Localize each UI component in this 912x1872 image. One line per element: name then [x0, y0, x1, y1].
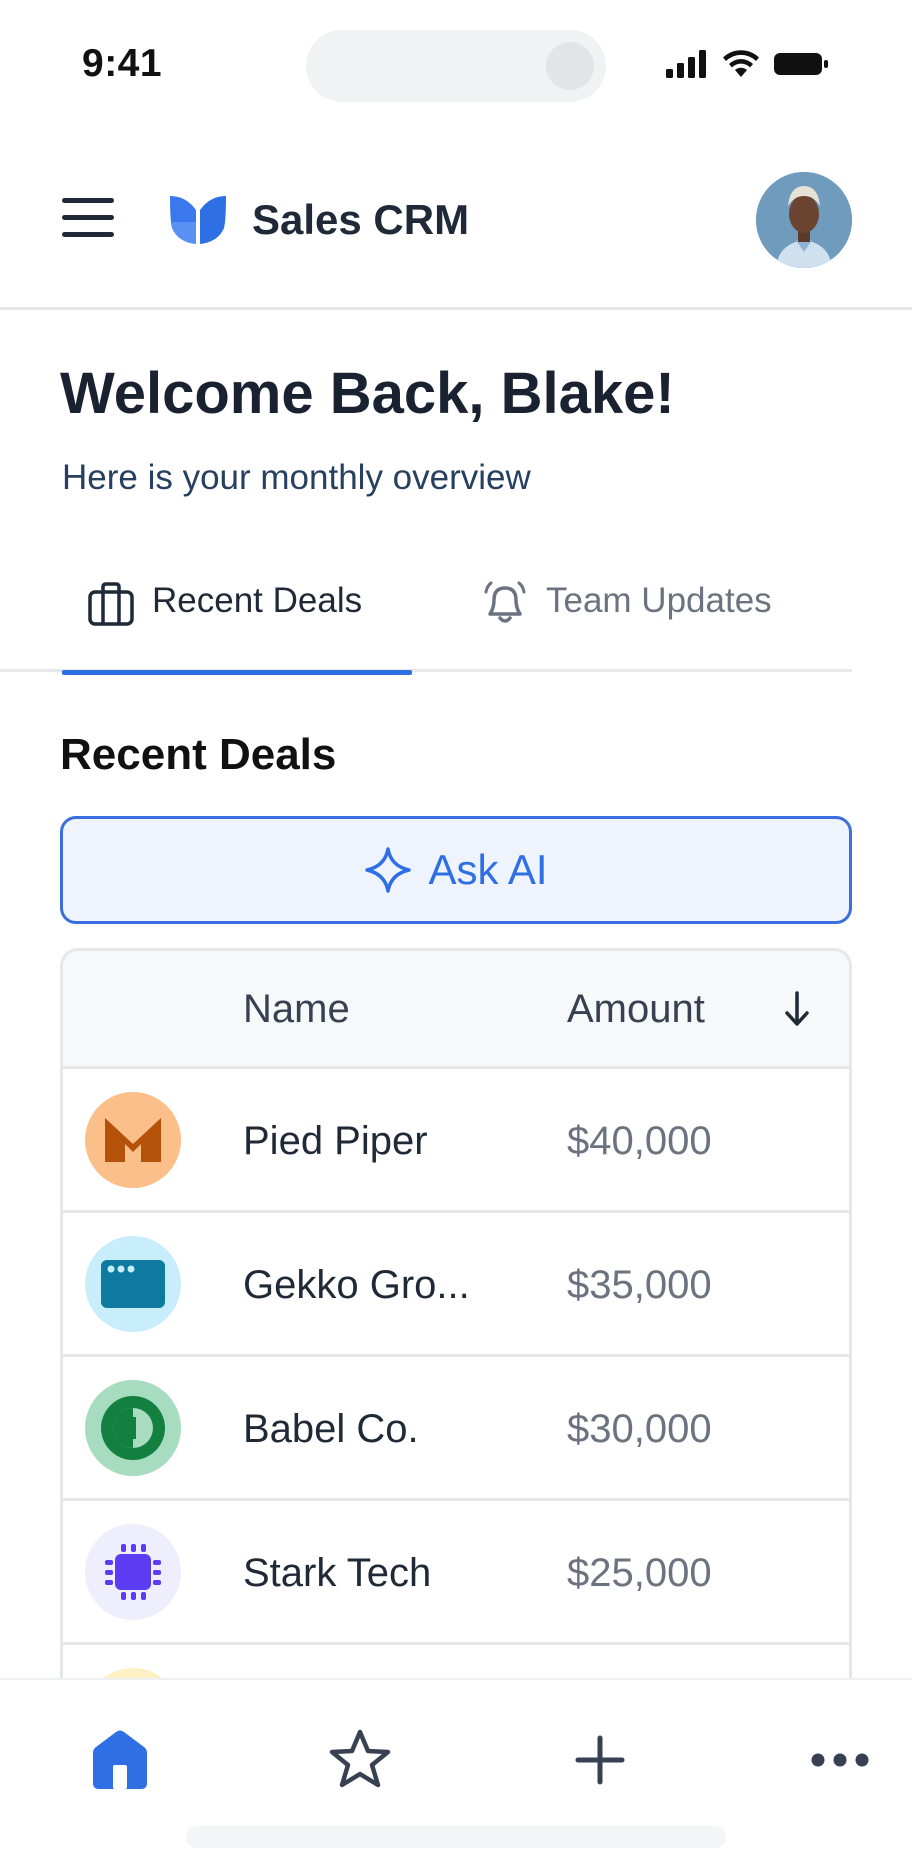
nav-favorites[interactable] — [320, 1720, 400, 1800]
plus-icon — [575, 1735, 625, 1785]
tab-recent-deals[interactable]: Recent Deals — [62, 580, 412, 675]
signal-icon — [666, 50, 706, 78]
nav-add[interactable] — [560, 1720, 640, 1800]
dynamic-island — [306, 30, 606, 102]
tab-bar: Recent Deals Team Updates — [0, 580, 852, 675]
ask-ai-button[interactable]: Ask AI — [60, 816, 852, 924]
company-logo — [85, 1524, 181, 1620]
battery-icon — [774, 53, 828, 75]
tab-team-updates[interactable]: Team Updates — [482, 580, 772, 672]
status-time: 9:41 — [82, 42, 163, 85]
deal-amount: $35,000 — [567, 1263, 712, 1307]
babel-logo-icon — [101, 1396, 165, 1460]
pied-piper-logo-icon — [105, 1118, 161, 1162]
section-title: Recent Deals — [60, 730, 337, 779]
table-row[interactable]: Gekko Gro... $35,000 — [63, 1213, 849, 1357]
column-header-name[interactable]: Name — [243, 987, 350, 1032]
star-icon — [329, 1729, 391, 1788]
app-header: Sales CRM — [0, 130, 912, 310]
hamburger-icon-line — [62, 215, 114, 220]
welcome-title: Welcome Back, Blake! — [60, 361, 675, 426]
deals-table: Name Amount Pied Piper $40,000 Gekko Gro… — [60, 948, 852, 1688]
camera-dot — [546, 42, 594, 90]
home-indicator — [186, 1826, 726, 1848]
column-header-amount[interactable]: Amount — [567, 987, 705, 1032]
tab-label: Recent Deals — [152, 581, 363, 620]
user-avatar — [756, 172, 852, 268]
deal-name: Stark Tech — [243, 1551, 432, 1595]
welcome-subtitle: Here is your monthly overview — [62, 458, 531, 497]
table-row[interactable]: Babel Co. $30,000 — [63, 1357, 849, 1501]
company-logo — [85, 1092, 181, 1188]
deal-name: Gekko Gro... — [243, 1263, 470, 1307]
arrow-down-icon[interactable] — [779, 989, 815, 1029]
more-icon — [811, 1753, 869, 1767]
nav-more[interactable] — [800, 1720, 880, 1800]
menu-button[interactable] — [62, 198, 116, 240]
table-row[interactable]: Stark Tech $25,000 — [63, 1501, 849, 1645]
sparkle-icon — [365, 847, 412, 893]
avatar[interactable] — [756, 172, 852, 268]
status-icons — [666, 50, 830, 78]
deal-amount: $25,000 — [567, 1551, 712, 1595]
deal-amount: $40,000 — [567, 1119, 712, 1163]
status-bar: 9:41 — [0, 0, 912, 130]
bell-icon — [484, 581, 526, 623]
deal-name: Babel Co. — [243, 1407, 419, 1451]
table-row[interactable]: Pied Piper $40,000 — [63, 1069, 849, 1213]
chip-icon — [105, 1544, 161, 1600]
wifi-icon — [723, 50, 759, 77]
app-title: Sales CRM — [252, 196, 470, 243]
home-icon — [93, 1730, 147, 1789]
table-header: Name Amount — [63, 951, 849, 1069]
hamburger-icon-line — [62, 198, 114, 203]
bottom-nav — [0, 1678, 912, 1872]
hamburger-icon-line — [62, 232, 114, 237]
company-logo — [85, 1380, 181, 1476]
ask-ai-label: Ask AI — [428, 846, 548, 893]
company-logo — [85, 1236, 181, 1332]
deal-name: Pied Piper — [243, 1119, 428, 1163]
nav-home[interactable] — [80, 1720, 160, 1800]
briefcase-icon — [88, 582, 134, 626]
logo-icon — [170, 196, 226, 244]
tab-label: Team Updates — [546, 581, 772, 620]
deal-amount: $30,000 — [567, 1407, 712, 1451]
gekko-logo-icon — [101, 1260, 165, 1308]
